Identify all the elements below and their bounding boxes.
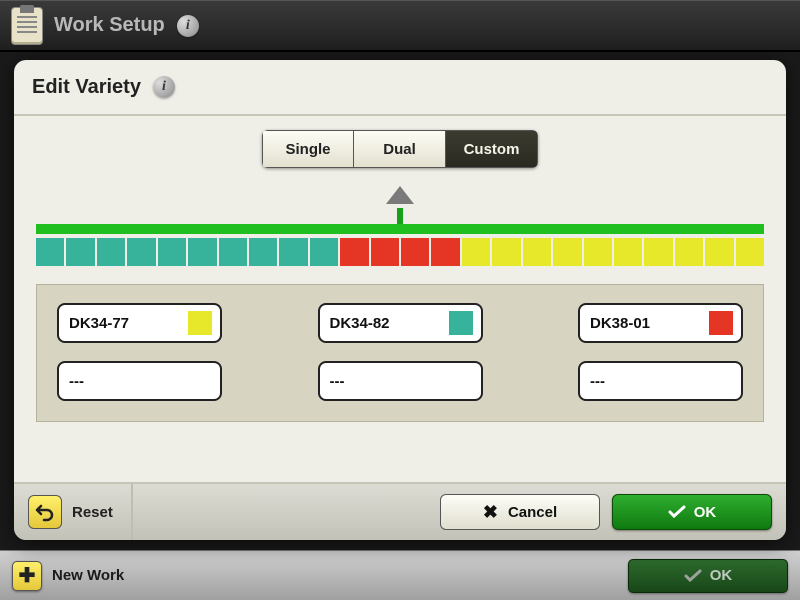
variety-slot-4[interactable]: ---: [57, 361, 222, 401]
new-work-label: New Work: [52, 567, 124, 584]
row-unit-cell[interactable]: [279, 238, 309, 266]
mode-segmented-control: Single Dual Custom: [36, 130, 764, 168]
app-title: Work Setup: [54, 14, 165, 37]
row-unit-cell[interactable]: [371, 238, 401, 266]
dialog-footer: Reset ✖ Cancel OK: [14, 482, 786, 540]
variety-name: ---: [590, 373, 605, 390]
position-tick: [397, 208, 403, 224]
row-unit-cell[interactable]: [127, 238, 157, 266]
row-unit-cell[interactable]: [401, 238, 431, 266]
row-unit-cell[interactable]: [462, 238, 492, 266]
close-icon: ✖: [483, 502, 498, 523]
tab-custom[interactable]: Custom: [446, 130, 538, 168]
variety-name: ---: [69, 373, 84, 390]
variety-slot-2[interactable]: DK34-82: [318, 303, 483, 343]
row-units[interactable]: [36, 238, 764, 266]
dialog-body: Single Dual Custom DK34-77 DK34-82: [14, 116, 786, 482]
row-unit-cell[interactable]: [675, 238, 705, 266]
new-work-button[interactable]: ✚: [12, 561, 42, 591]
variety-name: DK38-01: [590, 315, 650, 332]
ok-button[interactable]: OK: [612, 494, 772, 530]
row-unit-cell[interactable]: [66, 238, 96, 266]
row-unit-cell[interactable]: [584, 238, 614, 266]
variety-slot-5[interactable]: ---: [318, 361, 483, 401]
app-footer: ✚ New Work OK: [0, 550, 800, 600]
row-unit-cell[interactable]: [644, 238, 674, 266]
variety-name: DK34-77: [69, 315, 129, 332]
clipboard-icon: [12, 8, 42, 44]
row-unit-cell[interactable]: [219, 238, 249, 266]
variety-name: ---: [330, 373, 345, 390]
edit-variety-dialog: Edit Variety i Single Dual Custom DK34-7…: [14, 60, 786, 540]
reset-button[interactable]: [28, 495, 62, 529]
row-unit-cell[interactable]: [36, 238, 66, 266]
info-icon[interactable]: i: [177, 15, 199, 37]
row-unit-cell[interactable]: [249, 238, 279, 266]
position-arrow-icon: [386, 186, 414, 204]
cancel-button[interactable]: ✖ Cancel: [440, 494, 600, 530]
undo-icon: [35, 502, 55, 522]
variety-name: DK34-82: [330, 315, 390, 332]
row-unit-cell[interactable]: [188, 238, 218, 266]
dialog-header: Edit Variety i: [14, 60, 786, 116]
variety-panel: DK34-77 DK34-82 DK38-01 --- ---: [36, 284, 764, 422]
row-unit-cell[interactable]: [492, 238, 522, 266]
row-unit-cell[interactable]: [736, 238, 764, 266]
info-icon[interactable]: i: [153, 76, 175, 98]
row-unit-cell[interactable]: [614, 238, 644, 266]
row-unit-cell[interactable]: [553, 238, 583, 266]
variety-slot-1[interactable]: DK34-77: [57, 303, 222, 343]
row-unit-cell[interactable]: [431, 238, 461, 266]
check-icon: [668, 505, 686, 519]
color-swatch: [449, 311, 473, 335]
row-unit-cell[interactable]: [705, 238, 735, 266]
variety-slot-6[interactable]: ---: [578, 361, 743, 401]
reset-label: Reset: [72, 504, 113, 521]
color-swatch: [709, 311, 733, 335]
color-swatch: [188, 311, 212, 335]
section-bar: [36, 224, 764, 234]
row-unit-cell[interactable]: [158, 238, 188, 266]
row-unit-strip: [36, 186, 764, 276]
footer-ok-button[interactable]: OK: [628, 559, 788, 593]
check-icon: [684, 569, 702, 583]
row-unit-cell[interactable]: [523, 238, 553, 266]
app-header: Work Setup i: [0, 0, 800, 52]
tab-dual[interactable]: Dual: [354, 130, 446, 168]
variety-slot-3[interactable]: DK38-01: [578, 303, 743, 343]
dialog-title: Edit Variety: [32, 76, 141, 99]
row-unit-cell[interactable]: [340, 238, 370, 266]
row-unit-cell[interactable]: [97, 238, 127, 266]
tab-single[interactable]: Single: [262, 130, 354, 168]
row-unit-cell[interactable]: [310, 238, 340, 266]
